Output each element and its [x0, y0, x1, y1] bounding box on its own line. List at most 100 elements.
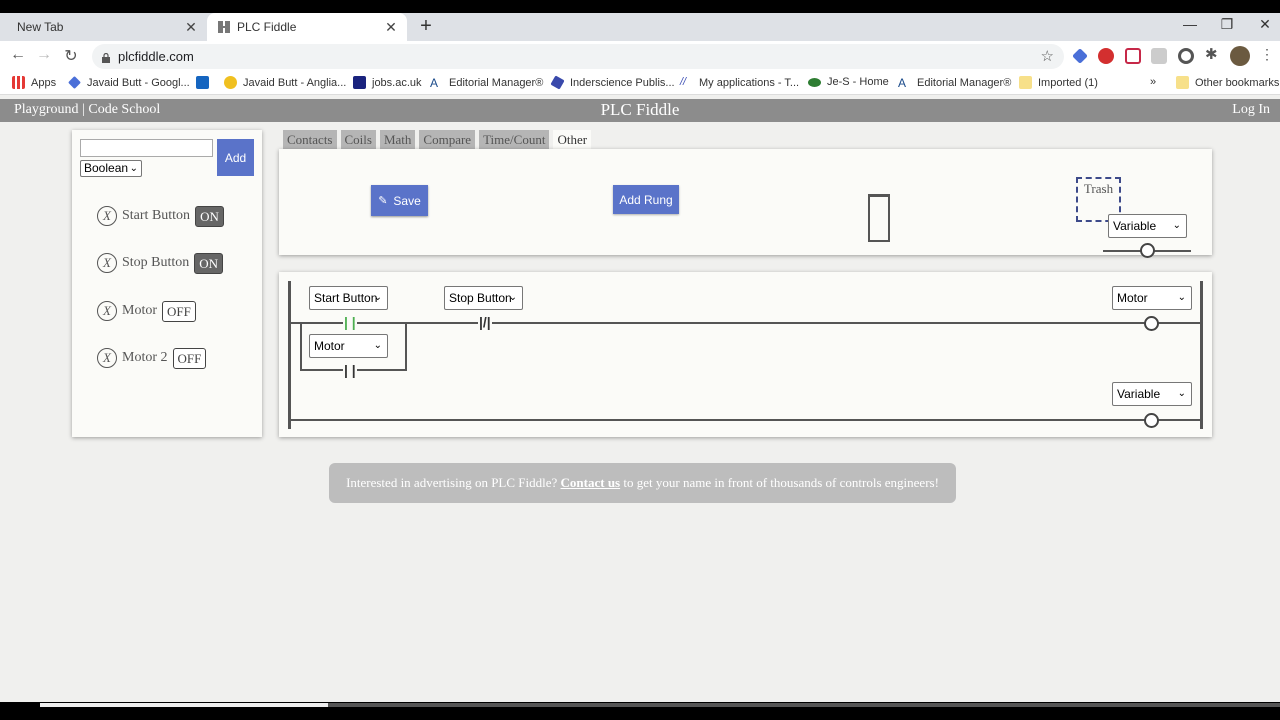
reload-icon[interactable]: ↻: [60, 46, 82, 66]
advertising-banner: Interested in advertising on PLC Fiddle?…: [329, 463, 956, 503]
extension-circle-icon[interactable]: [1178, 48, 1194, 64]
remove-variable-icon[interactable]: X: [97, 348, 117, 368]
add-variable-button[interactable]: Add: [217, 139, 254, 176]
bookmark-item[interactable]: Javaid Butt - Anglia...: [224, 76, 346, 89]
close-tab-icon[interactable]: ✕: [183, 19, 199, 35]
variable-row: X Motor 2 OFF: [97, 347, 207, 369]
tab-new-tab[interactable]: New Tab ✕: [0, 13, 207, 41]
toolbox-tabs: Contacts Coils Math Compare Time/Count O…: [283, 130, 595, 149]
rung-1-coil-select[interactable]: Motor ⌄: [1112, 286, 1192, 310]
restore-icon[interactable]: ❐: [1212, 16, 1242, 33]
bookmark-item[interactable]: A Editorial Manager®: [430, 76, 543, 90]
rung-1-contact-2-select[interactable]: Stop Button ⌄: [444, 286, 523, 310]
contact-variable: Start Button: [314, 291, 378, 305]
add-rung-button[interactable]: Add Rung: [613, 185, 679, 214]
variable-state-toggle[interactable]: OFF: [172, 347, 207, 369]
tab-other[interactable]: Other: [553, 130, 592, 149]
omnibox[interactable]: plcfiddle.com ☆: [92, 44, 1064, 69]
coil-variable: Variable: [1117, 387, 1161, 401]
variable-state-toggle[interactable]: ON: [195, 205, 224, 227]
variable-state-toggle[interactable]: ON: [194, 252, 224, 274]
jobs-icon: [353, 76, 366, 89]
window-close-icon[interactable]: ✕: [1250, 16, 1280, 33]
tab-math[interactable]: Math: [379, 130, 416, 149]
extension-pocket-icon[interactable]: [1125, 48, 1141, 64]
remove-variable-icon[interactable]: X: [97, 206, 117, 226]
no-contact-icon[interactable]: | |: [343, 315, 357, 329]
tab-plc-fiddle[interactable]: PLC Fiddle ✕: [207, 13, 407, 41]
ad-suffix: to get your name in front of thousands o…: [620, 475, 939, 490]
bookmark-item[interactable]: Je-S - Home: [808, 76, 889, 88]
variable-name-input[interactable]: [80, 139, 213, 157]
bookmark-folder-imported[interactable]: Imported (1): [1019, 76, 1098, 89]
plc-fiddle-favicon-icon: [217, 20, 231, 34]
rung-1-wire: [291, 322, 1200, 324]
window-top-strip: [0, 0, 1280, 13]
bookmark-item[interactable]: //My applications - T...: [680, 76, 799, 89]
variable-type-select[interactable]: Boolean ⌄: [80, 160, 142, 177]
bookmark-star-icon[interactable]: ☆: [1041, 47, 1054, 65]
tab-time-count[interactable]: Time/Count: [479, 130, 550, 149]
contact-variable: Stop Button: [449, 291, 512, 305]
extension-diamond-icon[interactable]: [1072, 48, 1088, 64]
variable-row: X Start Button ON: [97, 205, 224, 227]
chevron-down-icon: ⌄: [1177, 292, 1186, 303]
close-tab-icon[interactable]: ✕: [383, 19, 399, 35]
rung-1-contact-1-select[interactable]: Start Button ⌄: [309, 286, 388, 310]
tab-title: New Tab: [17, 20, 64, 34]
nc-contact-icon[interactable]: |/|: [478, 315, 492, 329]
profile-avatar[interactable]: [1230, 46, 1250, 66]
bookmark-item[interactable]: jobs.ac.uk: [353, 76, 422, 89]
new-tab-plus-icon[interactable]: +: [416, 15, 436, 39]
variable-name: Start Button: [122, 208, 191, 223]
menu-kebab-icon[interactable]: ⋮: [1260, 46, 1276, 62]
scrollbar-track: [328, 703, 1280, 707]
variables-panel: Boolean ⌄ Add X Start Button ON X Stop B…: [72, 130, 262, 437]
my-applications-icon: //: [680, 76, 693, 89]
save-label: Save: [393, 193, 421, 208]
branch-tool-icon[interactable]: [868, 194, 890, 242]
bookmark-apps[interactable]: Apps: [12, 76, 56, 89]
extension-gray-icon[interactable]: [1151, 48, 1167, 64]
no-contact-icon[interactable]: | |: [343, 363, 357, 377]
login-link[interactable]: Log In: [1232, 102, 1270, 118]
coil-variable-select[interactable]: Variable ⌄: [1108, 214, 1187, 238]
rung-2-coil-icon[interactable]: [1144, 413, 1159, 428]
tab-compare[interactable]: Compare: [419, 130, 476, 149]
bookmark-item[interactable]: A Editorial Manager®: [898, 76, 1011, 90]
forward-arrow-icon[interactable]: →: [33, 46, 55, 66]
back-arrow-icon[interactable]: ←: [7, 46, 29, 66]
branch-contact-select[interactable]: Motor ⌄: [309, 334, 388, 358]
contact-us-link[interactable]: Contact us: [561, 475, 621, 490]
scrollbar-thumb[interactable]: [40, 703, 328, 707]
extension-red-icon[interactable]: [1098, 48, 1114, 64]
chevron-down-icon: ⌄: [508, 292, 517, 303]
remove-variable-icon[interactable]: X: [97, 253, 117, 273]
bookmarks-overflow[interactable]: »: [1150, 76, 1156, 88]
bookmark-item[interactable]: Javaid Butt - Googl...: [68, 76, 190, 89]
url-text: plcfiddle.com: [118, 49, 194, 64]
editorial-manager-icon: A: [898, 76, 911, 90]
chevron-down-icon: ⌄: [373, 292, 382, 303]
bookmark-folder-other[interactable]: Other bookmarks: [1176, 76, 1279, 89]
address-bar: ← → ↻ plcfiddle.com ☆ ✱ ⋮: [0, 41, 1280, 71]
coil-tool-icon[interactable]: [1140, 243, 1155, 258]
rung-2-coil-select[interactable]: Variable ⌄: [1112, 382, 1192, 406]
anglia-icon: [224, 76, 237, 89]
bookmarks-bar: Apps Javaid Butt - Googl... Javaid Butt …: [0, 71, 1280, 95]
bookmark-item[interactable]: [196, 76, 215, 89]
ad-prefix: Interested in advertising on PLC Fiddle?: [346, 475, 561, 490]
bookmark-item[interactable]: Inderscience Publis...: [550, 75, 675, 90]
remove-variable-icon[interactable]: X: [97, 301, 117, 321]
rung-1-coil-icon[interactable]: [1144, 316, 1159, 331]
editorial-manager-icon: A: [430, 76, 443, 90]
minimize-icon[interactable]: —: [1175, 16, 1205, 32]
tab-coils[interactable]: Coils: [340, 130, 376, 149]
bottom-scrollbar[interactable]: [0, 702, 1280, 720]
variable-name: Motor 2: [122, 350, 168, 365]
variable-state-toggle[interactable]: OFF: [162, 300, 196, 322]
save-button[interactable]: ✎ Save: [371, 185, 428, 216]
extensions-puzzle-icon[interactable]: ✱: [1205, 45, 1221, 63]
outlook-icon: [196, 76, 209, 89]
tab-contacts[interactable]: Contacts: [283, 130, 337, 149]
